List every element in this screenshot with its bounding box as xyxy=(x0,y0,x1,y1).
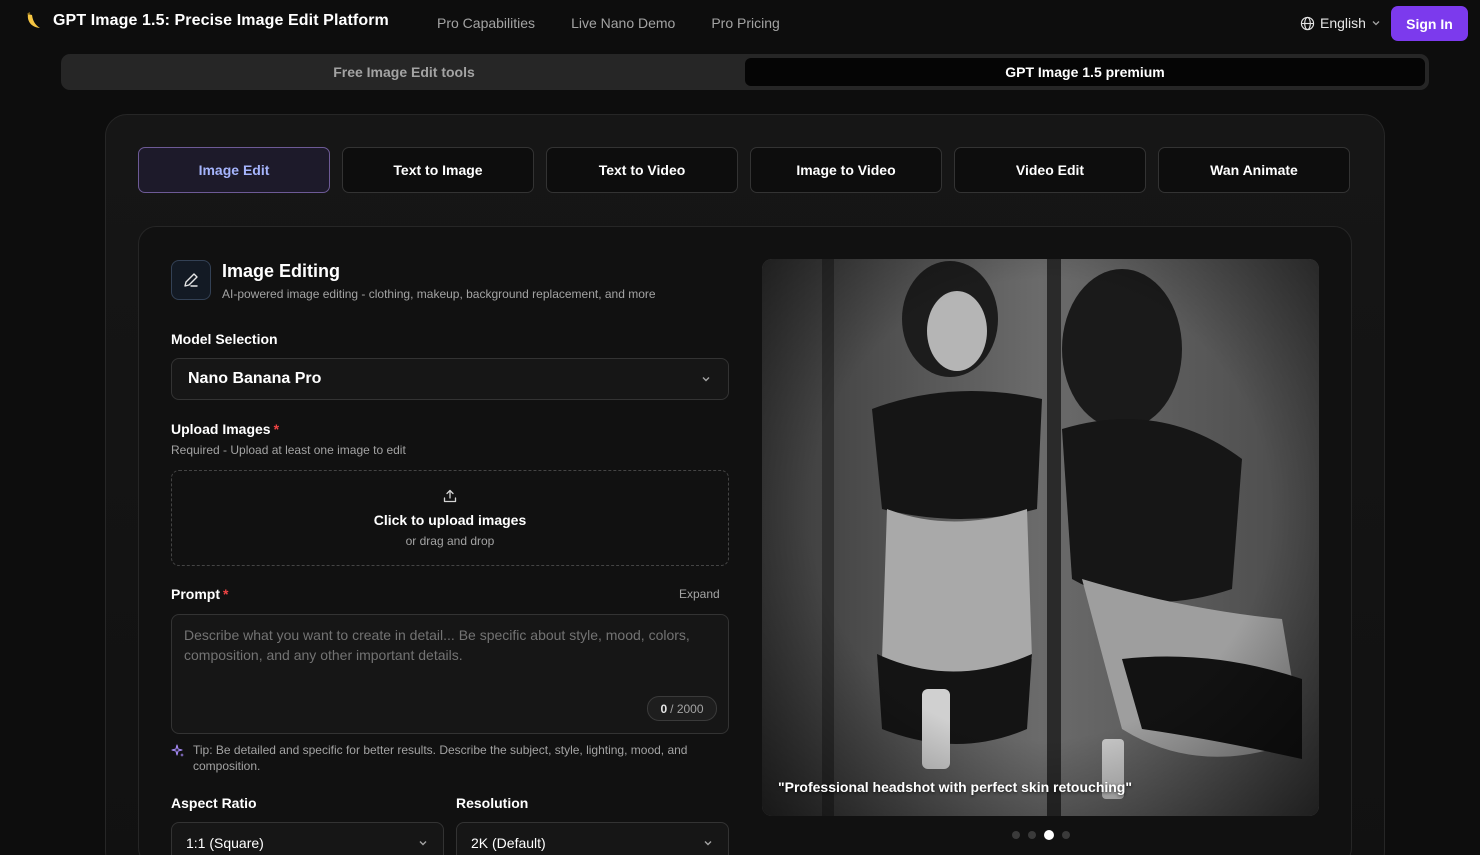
prompt-label: Prompt * xyxy=(171,586,228,602)
resolution-label: Resolution xyxy=(456,795,529,811)
nav-link-pro-capabilities[interactable]: Pro Capabilities xyxy=(437,15,535,31)
upload-images-label: Upload Images * xyxy=(171,421,279,437)
carousel-dot[interactable] xyxy=(1028,831,1036,839)
main-nav: Pro Capabilities Live Nano Demo Pro Pric… xyxy=(437,15,816,31)
tab-video-edit[interactable]: Video Edit xyxy=(954,147,1146,193)
mode-switch: Free Image Edit tools GPT Image 1.5 prem… xyxy=(61,54,1429,90)
aspect-ratio-label: Aspect Ratio xyxy=(171,795,257,811)
aspect-ratio-value: 1:1 (Square) xyxy=(186,835,264,851)
tip-text: Tip: Be detailed and specific for better… xyxy=(193,743,688,773)
mode-free-tools[interactable]: Free Image Edit tools xyxy=(61,54,747,90)
model-selection-label: Model Selection xyxy=(171,331,278,347)
upload-sub-text: or drag and drop xyxy=(405,534,495,548)
resolution-value: 2K (Default) xyxy=(471,835,546,851)
carousel-dot[interactable] xyxy=(1062,831,1070,839)
mode-premium[interactable]: GPT Image 1.5 premium xyxy=(745,58,1425,86)
aspect-ratio-select[interactable]: 1:1 (Square) xyxy=(171,822,444,855)
carousel-dot-active[interactable] xyxy=(1044,830,1054,840)
tab-text-to-video[interactable]: Text to Video xyxy=(546,147,738,193)
resolution-select[interactable]: 2K (Default) xyxy=(456,822,729,855)
expand-button[interactable]: Expand xyxy=(679,587,720,601)
carousel-dots xyxy=(1012,830,1070,840)
upload-icon xyxy=(443,489,457,503)
editor-title: Image Editing xyxy=(222,261,341,281)
brand[interactable]: GPT Image 1.5: Precise Image Edit Platfo… xyxy=(24,11,389,31)
tab-image-edit[interactable]: Image Edit xyxy=(138,147,330,193)
chevron-down-icon xyxy=(1372,21,1380,26)
prompt-field xyxy=(171,614,729,734)
pencil-icon xyxy=(171,260,211,300)
tool-tabs: Image Edit Text to Image Text to Video I… xyxy=(138,147,1350,193)
carousel-dot[interactable] xyxy=(1012,831,1020,839)
prompt-tip: Tip: Be detailed and specific for better… xyxy=(171,742,731,774)
required-marker: * xyxy=(223,586,229,602)
character-counter: 0/ 2000 xyxy=(647,696,717,721)
model-select[interactable]: Nano Banana Pro xyxy=(171,358,729,400)
tab-text-to-image[interactable]: Text to Image xyxy=(342,147,534,193)
editor-subtitle: AI-powered image editing - clothing, mak… xyxy=(222,287,656,301)
upload-main-text: Click to upload images xyxy=(373,512,527,528)
chevron-down-icon xyxy=(704,841,712,846)
nav-link-pro-pricing[interactable]: Pro Pricing xyxy=(711,15,779,31)
preview-caption: "Professional headshot with perfect skin… xyxy=(778,779,1132,795)
example-preview-image xyxy=(762,259,1319,816)
top-header: GPT Image 1.5: Precise Image Edit Platfo… xyxy=(0,0,1480,46)
brand-title: GPT Image 1.5: Precise Image Edit Platfo… xyxy=(53,12,389,29)
upload-dropzone[interactable]: Click to upload images or drag and drop xyxy=(171,470,729,566)
counter-current: 0 xyxy=(660,701,668,716)
chevron-down-icon xyxy=(419,841,427,846)
sparkle-icon xyxy=(171,744,184,757)
upload-images-label-text: Upload Images xyxy=(171,421,271,437)
language-selector[interactable]: English xyxy=(1300,15,1381,31)
prompt-input[interactable] xyxy=(172,615,728,733)
nav-link-live-nano-demo[interactable]: Live Nano Demo xyxy=(571,15,675,31)
language-label: English xyxy=(1320,15,1366,31)
globe-icon xyxy=(1300,16,1315,30)
banana-logo-icon xyxy=(27,12,40,28)
sign-in-button[interactable]: Sign In xyxy=(1391,6,1468,41)
prompt-label-text: Prompt xyxy=(171,586,220,602)
chevron-down-icon xyxy=(702,377,710,382)
preview-photo xyxy=(762,259,1319,816)
tab-wan-animate[interactable]: Wan Animate xyxy=(1158,147,1350,193)
upload-hint: Required - Upload at least one image to … xyxy=(171,443,406,457)
model-select-value: Nano Banana Pro xyxy=(188,370,322,387)
counter-max: / 2000 xyxy=(670,701,704,716)
tab-image-to-video[interactable]: Image to Video xyxy=(750,147,942,193)
required-marker: * xyxy=(273,421,280,437)
